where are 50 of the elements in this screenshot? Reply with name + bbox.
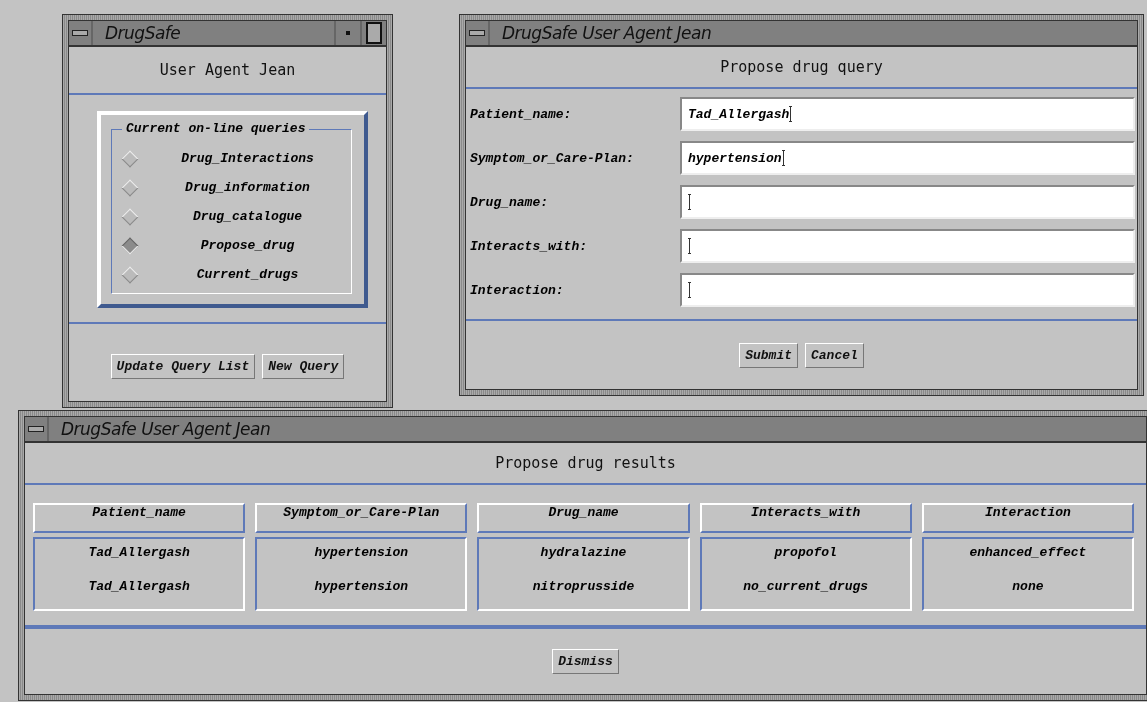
radio-item[interactable]: Drug_Interactions (118, 144, 347, 173)
field-label: Patient_name: (470, 106, 573, 122)
column-header: Drug_name (477, 503, 690, 533)
push-button[interactable]: New Query (262, 354, 345, 379)
table-cell-text: hypertension (313, 545, 410, 562)
window-title: DrugSafe (104, 23, 182, 43)
radio-item[interactable]: Drug_information (118, 173, 347, 202)
text-cursor-icon (789, 106, 793, 122)
table-cell-text: enhanced_effect (968, 545, 1088, 562)
radio-item[interactable]: Current_drugs (118, 260, 347, 289)
window-heading: User Agent Jean (159, 61, 296, 79)
push-button[interactable]: Dismiss (552, 649, 619, 674)
push-button[interactable]: Cancel (805, 342, 864, 368)
window-menu-button[interactable] (25, 417, 49, 441)
push-button[interactable]: Submit (739, 342, 798, 368)
text-cursor-icon (781, 150, 785, 166)
input-field[interactable] (680, 273, 1135, 307)
column-header: Interaction (921, 503, 1134, 533)
column-header: Symptom_or_Care-Plan (255, 503, 468, 533)
column-header: Patient_name (33, 503, 246, 533)
radio-item[interactable]: Propose_drug (118, 231, 347, 260)
window-menu-button[interactable] (466, 21, 490, 45)
input-field[interactable]: hypertension (680, 141, 1135, 175)
input-field[interactable] (680, 229, 1135, 263)
text-cursor-icon (688, 282, 691, 298)
column-header: Interacts_with (699, 503, 912, 533)
input-field[interactable] (680, 185, 1135, 219)
window-title: DrugSafe User Agent Jean (501, 23, 713, 43)
table-cell-text: none (1011, 579, 1045, 596)
field-label: Interacts_with: (470, 238, 589, 254)
table-cell-text: hydralazine (539, 545, 628, 562)
window-title: DrugSafe User Agent Jean (60, 419, 272, 439)
window-heading: Propose drug query (720, 58, 883, 76)
field-label: Drug_name: (470, 194, 549, 210)
field-label: Interaction: (470, 282, 565, 298)
window-menu-button[interactable] (69, 21, 93, 45)
table-cell-text: Tad_Allergash (87, 579, 191, 596)
table-cell-text: no_current_drugs (742, 579, 870, 596)
input-field[interactable]: Tad_Allergash (680, 97, 1135, 131)
table-cell-text: hypertension (313, 579, 410, 596)
push-button[interactable]: Update Query List (110, 354, 256, 379)
radio-item[interactable]: Drug_catalogue (118, 202, 347, 231)
table-cell-text: Tad_Allergash (87, 545, 191, 562)
field-label: Symptom_or_Care-Plan: (470, 150, 635, 166)
table-cell-text: nitroprusside (531, 579, 636, 596)
group-label: Current on-line queries (122, 121, 310, 136)
window-heading: Propose drug results (495, 454, 676, 472)
text-cursor-icon (688, 194, 691, 210)
text-cursor-icon (688, 238, 691, 254)
table-cell-text: propofol (773, 545, 838, 562)
